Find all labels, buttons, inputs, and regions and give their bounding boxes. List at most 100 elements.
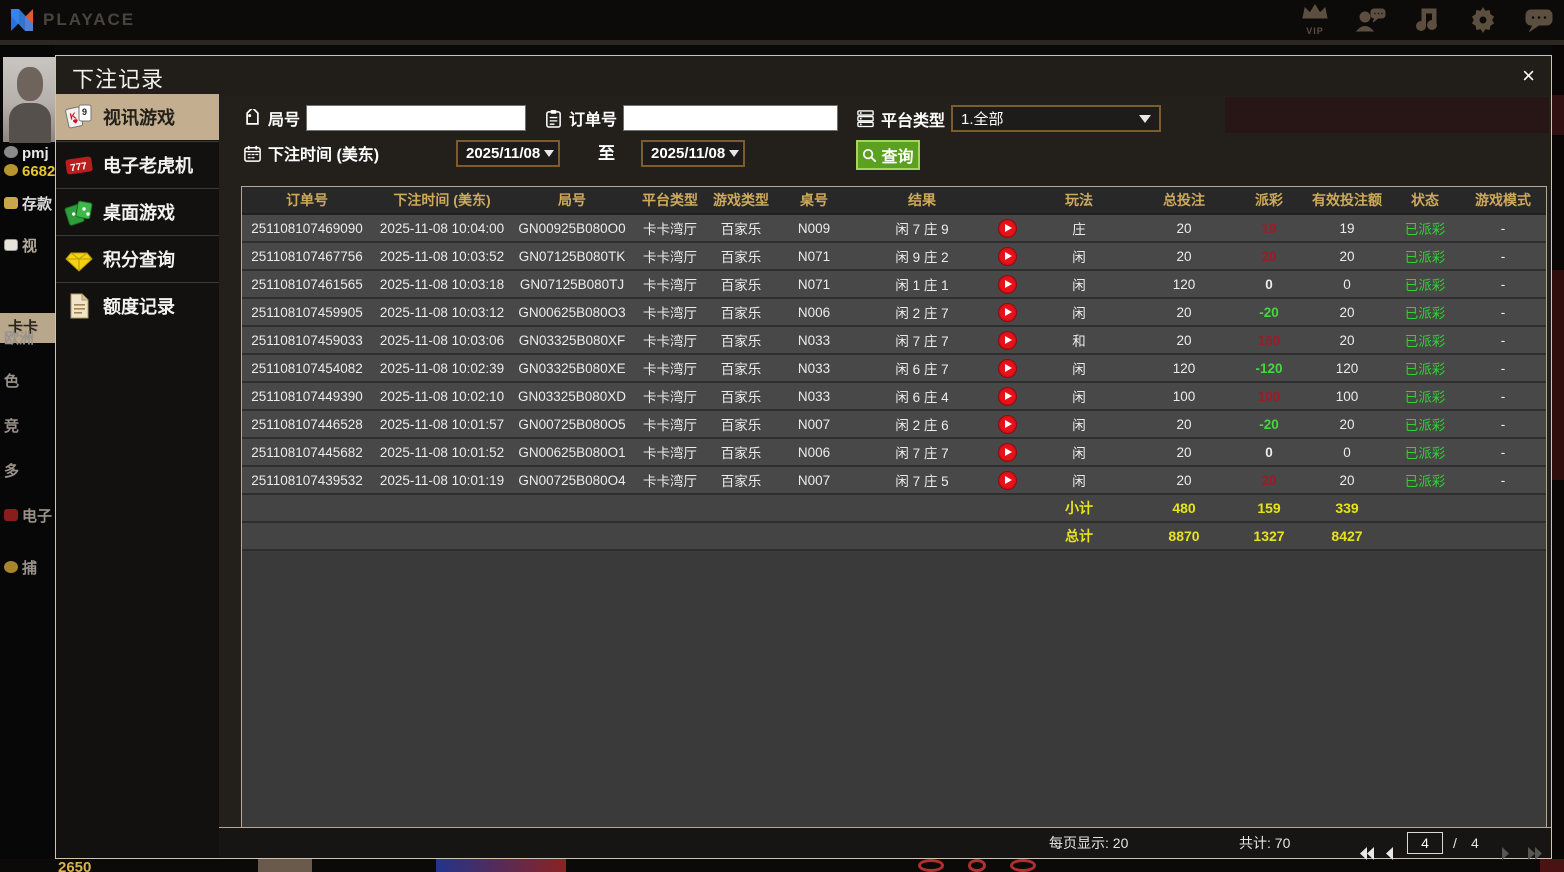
cell-play-type: 闲 [1072,390,1086,405]
play-video-button[interactable] [997,470,1017,490]
cell-replay [990,302,1024,322]
cell-order-id: 251108107461565 [251,276,363,292]
col-header: 有效投注额 [1312,192,1382,208]
next-page-button[interactable] [1501,837,1510,868]
cell-bet-time: 2025-11-08 10:01:19 [379,472,505,488]
cell-play-type: 闲 [1072,306,1086,321]
cell-payout: 0 [1265,276,1273,292]
background-fragment [1010,859,1036,872]
cell-platform: 卡卡湾厅 [643,418,697,433]
dialog-title: 下注记录 [72,67,165,92]
col-header: 游戏类型 [713,192,769,208]
messages-icon[interactable] [1522,4,1556,36]
vip-crown-icon[interactable]: VIP [1298,4,1332,36]
background-fragment [918,859,944,872]
cell-table-no: N006 [797,304,831,320]
settings-gear-icon[interactable] [1466,4,1500,36]
cell-bet-time: 2025-11-08 10:01:52 [379,444,505,460]
cell-play-type: 闲 [1072,474,1086,489]
play-video-button[interactable] [997,302,1017,322]
table-row: 251108107459905 2025-11-08 10:03:12 GN00… [242,299,1546,327]
table-row: 251108107467756 2025-11-08 10:03:52 GN07… [242,243,1546,271]
cell-payout: 20 [1261,248,1277,264]
cell-valid-bet: 20 [1339,472,1355,488]
user-icon [4,146,18,158]
search-button[interactable]: 查询 [856,140,920,170]
cell-round-id: GN00625B080O1 [518,444,626,460]
cell-result: 闲 9 庄 2 [895,250,949,265]
play-video-button[interactable] [997,358,1017,378]
agent-chat-icon[interactable] [1354,4,1388,36]
play-video-button[interactable] [997,386,1017,406]
background-right-strip [1552,45,1564,860]
menu-item-table-games[interactable]: 桌面游戏 [56,188,219,234]
total-label: 总计 [1065,528,1093,544]
playace-logo-icon [11,9,33,31]
cell-table-no: N071 [797,248,831,264]
cell-total-bet: 120 [1172,276,1196,292]
subtotal-row: 小计 480 159 339 [242,495,1546,523]
cell-round-id: GN00725B080O5 [518,416,626,432]
cell-status: 已派彩 [1404,390,1446,405]
menu-item-points[interactable]: 积分查询 [56,235,219,281]
menu-item-slots[interactable]: 777 电子老虎机 [56,141,219,187]
music-icon[interactable] [1410,4,1444,36]
search-button-label: 查询 [881,149,914,166]
background-lobby-item: 电子 [4,505,55,526]
background-lobby-item: 色 [4,373,20,390]
cell-result: 闲 2 庄 7 [895,306,949,321]
cell-game-type: 百家乐 [720,390,762,405]
cell-game-mode: - [1500,276,1506,292]
play-video-button[interactable] [997,218,1017,238]
cell-play-type: 闲 [1072,278,1086,293]
menu-item-video-games[interactable]: K 9 视讯游戏 [56,94,231,140]
cell-bet-time: 2025-11-08 10:02:10 [379,388,505,404]
play-video-button[interactable] [997,414,1017,434]
cell-total-bet: 100 [1172,388,1196,404]
first-page-button[interactable] [1359,837,1375,868]
cell-replay [990,274,1024,294]
cell-payout: -20 [1259,304,1279,320]
cell-bet-time: 2025-11-08 10:04:00 [379,220,505,236]
table-body: 251108107469090 2025-11-08 10:04:00 GN00… [242,215,1546,495]
screen: PLAYACE VIP pmj 6682 存款 视 卡卡 欧洲 色 竞 多 电子… [0,0,1564,872]
cell-round-id: GN00725B080O4 [518,472,626,488]
cell-game-mode: - [1500,248,1506,264]
cell-order-id: 251108107446528 [251,416,363,432]
platform-select[interactable]: 1.全部 [951,105,1162,132]
table-row: 251108107454082 2025-11-08 10:02:39 GN03… [242,355,1546,383]
cell-game-mode: - [1500,360,1506,376]
subtotal-bet: 480 [1172,500,1196,516]
cell-result: 闲 7 庄 9 [895,222,949,237]
cell-round-id: GN07125B080TJ [519,276,625,292]
close-icon[interactable]: × [1522,62,1535,90]
page-separator: / [1453,835,1457,851]
background-lobby-item: 欧洲 [4,330,35,347]
cell-valid-bet: 100 [1335,388,1359,404]
cell-result: 闲 7 庄 7 [895,334,949,349]
cell-platform: 卡卡湾厅 [643,278,697,293]
cell-platform: 卡卡湾厅 [643,362,697,377]
cell-valid-bet: 20 [1339,248,1355,264]
tag-icon [246,108,259,125]
cell-payout: -20 [1259,416,1279,432]
date-to-select[interactable]: 2025/11/08 [641,140,745,167]
last-page-button[interactable] [1527,837,1543,868]
play-video-button[interactable] [997,330,1017,350]
page-number-input[interactable] [1407,832,1443,854]
cell-platform: 卡卡湾厅 [643,334,697,349]
menu-item-quota-records[interactable]: 额度记录 [56,282,219,328]
order-input[interactable] [623,105,839,131]
play-video-button[interactable] [997,274,1017,294]
diamond-icon [65,252,93,272]
cell-total-bet: 20 [1176,332,1192,348]
round-input[interactable] [306,105,527,131]
svg-text:777: 777 [70,160,88,173]
date-from-select[interactable]: 2025/11/08 [456,140,560,167]
menu-item-label: 桌面游戏 [103,202,175,223]
prev-page-button[interactable] [1385,837,1394,868]
cell-replay [990,442,1024,462]
play-video-button[interactable] [997,246,1017,266]
cell-table-no: N033 [797,332,831,348]
play-video-button[interactable] [997,442,1017,462]
